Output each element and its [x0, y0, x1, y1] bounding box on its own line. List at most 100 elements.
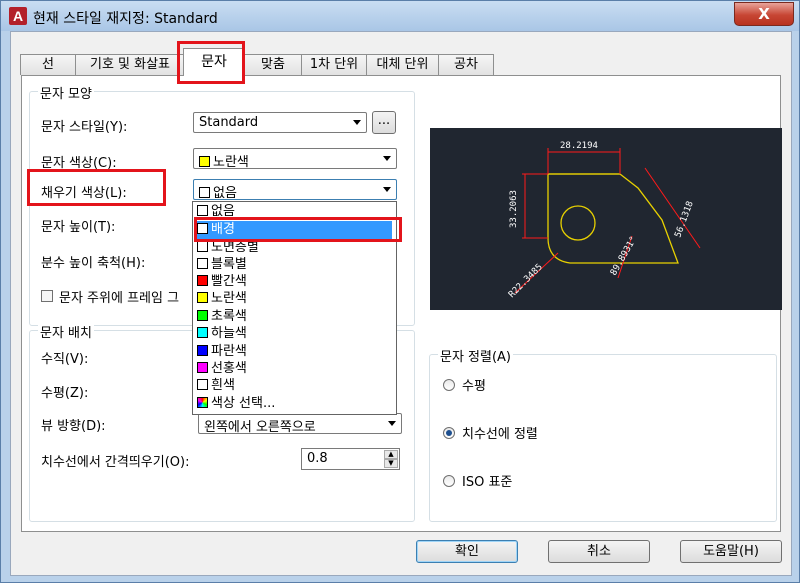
tab-symbols-arrows[interactable]: 기호 및 화살표 [75, 54, 185, 75]
swatch-icon [197, 362, 208, 373]
dimension-preview: 28.2194 33.2063 56.1318 89.8931° R22.348… [430, 128, 782, 310]
dim-right-text: 56.1318 [673, 200, 695, 239]
white-swatch-icon [199, 187, 210, 198]
offset-label: 치수선에서 간격띄우기(O): [41, 455, 190, 470]
offset-value: 0.8 [307, 451, 328, 466]
item-label: 배경 [211, 222, 235, 237]
color-wheel-icon [197, 397, 208, 408]
item-label: 블록별 [211, 257, 247, 272]
group-title: 문자 정렬(A) [438, 346, 514, 365]
item-label: 빨간색 [211, 274, 247, 289]
tab-alternate-units[interactable]: 대체 단위 [366, 54, 439, 75]
text-style-value: Standard [199, 115, 259, 130]
text-color-value: 노란색 [213, 155, 249, 170]
fraction-height-label: 분수 높이 축척(H): [41, 256, 146, 271]
align-dimline-radio[interactable] [443, 427, 455, 439]
title-bar[interactable]: A 현재 스타일 재지정: Standard X [1, 1, 799, 31]
dropdown-item-red[interactable]: 빨간색 [197, 273, 392, 291]
align-dimline-label: 치수선에 정렬 [462, 427, 538, 442]
item-label: 색상 선택... [211, 396, 276, 411]
swatch-icon [197, 275, 208, 286]
item-label: 선홍색 [211, 361, 247, 376]
swatch-icon [197, 241, 208, 252]
dropdown-item-cyan[interactable]: 하늘색 [197, 325, 392, 343]
fill-color-label: 채우기 색상(L): [41, 186, 127, 201]
dim-top-text: 28.2194 [560, 141, 598, 151]
swatch-icon [197, 310, 208, 321]
chevron-down-icon [388, 421, 396, 426]
offset-spinner[interactable]: 0.8 ▲ ▼ [301, 448, 400, 470]
dropdown-item-magenta[interactable]: 선홍색 [197, 360, 392, 378]
dropdown-item-background[interactable]: 배경 [197, 221, 392, 239]
dim-left-text: 33.2063 [509, 190, 519, 228]
item-label: 하늘색 [211, 326, 247, 341]
swatch-icon [197, 379, 208, 390]
yellow-swatch-icon [199, 156, 210, 167]
dialog-window: A 현재 스타일 재지정: Standard X 선 기호 및 화살표 문자 맞… [0, 0, 800, 583]
dropdown-item-none[interactable]: 없음 [197, 203, 392, 221]
preview-drawing: 28.2194 33.2063 56.1318 89.8931° R22.348… [507, 141, 701, 300]
text-color-value-wrap: 노란색 [199, 151, 249, 170]
group-title: 문자 모양 [38, 83, 94, 102]
fill-color-dropdown-list[interactable]: 없음 배경 도면층별 블록별 빨간색 노란색 초록색 하늘색 파란색 선홍색 흰… [192, 201, 397, 415]
close-button[interactable]: X [734, 2, 794, 26]
tab-text[interactable]: 문자 [183, 48, 245, 76]
view-direction-label: 뷰 방향(D): [41, 419, 106, 434]
spin-up-icon[interactable]: ▲ [384, 450, 398, 459]
tab-fit[interactable]: 맞춤 [244, 54, 302, 75]
swatch-icon [197, 258, 208, 269]
chevron-down-icon [353, 120, 361, 125]
item-label: 초록색 [211, 309, 247, 324]
align-horizontal-radio[interactable] [443, 379, 455, 391]
dropdown-item-white[interactable]: 흰색 [197, 377, 392, 395]
tab-tolerances[interactable]: 공차 [438, 54, 494, 75]
tab-primary-units[interactable]: 1차 단위 [301, 54, 367, 75]
fill-color-value: 없음 [213, 186, 237, 201]
item-label: 흰색 [211, 378, 235, 393]
view-direction-value: 왼쪽에서 오른쪽으로 [204, 420, 316, 435]
align-iso-radio[interactable] [443, 475, 455, 487]
item-label: 파란색 [211, 344, 247, 359]
align-iso-label: ISO 표준 [462, 475, 513, 490]
dropdown-item-bylayer[interactable]: 도면층별 [197, 239, 392, 257]
swatch-icon [197, 345, 208, 356]
text-style-browse-button[interactable]: ... [372, 111, 396, 134]
text-style-label: 문자 스타일(Y): [41, 120, 128, 135]
horizontal-label: 수평(Z): [41, 386, 89, 401]
tab-lines[interactable]: 선 [20, 54, 76, 75]
swatch-icon [197, 223, 208, 234]
vertical-label: 수직(V): [41, 352, 89, 367]
frame-label: 문자 주위에 프레임 그 [59, 291, 180, 306]
chevron-down-icon [383, 156, 391, 161]
frame-checkbox[interactable] [41, 290, 53, 302]
dropdown-item-green[interactable]: 초록색 [197, 308, 392, 326]
dropdown-item-yellow[interactable]: 노란색 [197, 290, 392, 308]
window-title: 현재 스타일 재지정: Standard [33, 11, 218, 27]
dropdown-item-select-color[interactable]: 색상 선택... [197, 395, 392, 413]
chevron-down-icon [383, 187, 391, 192]
dim-radius-text: R22.3485 [507, 262, 545, 300]
swatch-icon [197, 327, 208, 338]
dim-angle-text: 89.8931° [609, 235, 639, 278]
cancel-button[interactable]: 취소 [548, 540, 650, 563]
fill-color-select[interactable]: 없음 [193, 179, 397, 201]
ok-button[interactable]: 확인 [416, 540, 518, 563]
swatch-icon [197, 292, 208, 303]
dropdown-item-byblock[interactable]: 블록별 [197, 256, 392, 274]
dialog-client: 선 기호 및 화살표 문자 맞춤 1차 단위 대체 단위 공차 문자 모양 문자… [10, 31, 792, 576]
text-color-select[interactable]: 노란색 [193, 148, 397, 170]
align-horizontal-label: 수평 [462, 379, 486, 394]
text-color-label: 문자 색상(C): [41, 156, 117, 171]
dropdown-item-blue[interactable]: 파란색 [197, 343, 392, 361]
spin-down-icon[interactable]: ▼ [384, 459, 398, 468]
tab-panel-text: 문자 모양 문자 스타일(Y): Standard ... 문자 색상(C): … [21, 75, 782, 532]
text-style-select[interactable]: Standard [193, 112, 367, 133]
text-height-label: 문자 높이(T): [41, 220, 116, 235]
autocad-logo-icon: A [9, 7, 27, 25]
group-title: 문자 배치 [38, 322, 94, 341]
view-direction-select[interactable]: 왼쪽에서 오른쪽으로 [198, 413, 402, 435]
help-button[interactable]: 도움말(H) [680, 540, 782, 563]
item-label: 노란색 [211, 291, 247, 306]
item-label: 없음 [211, 204, 235, 219]
fill-color-value-wrap: 없음 [199, 182, 237, 201]
